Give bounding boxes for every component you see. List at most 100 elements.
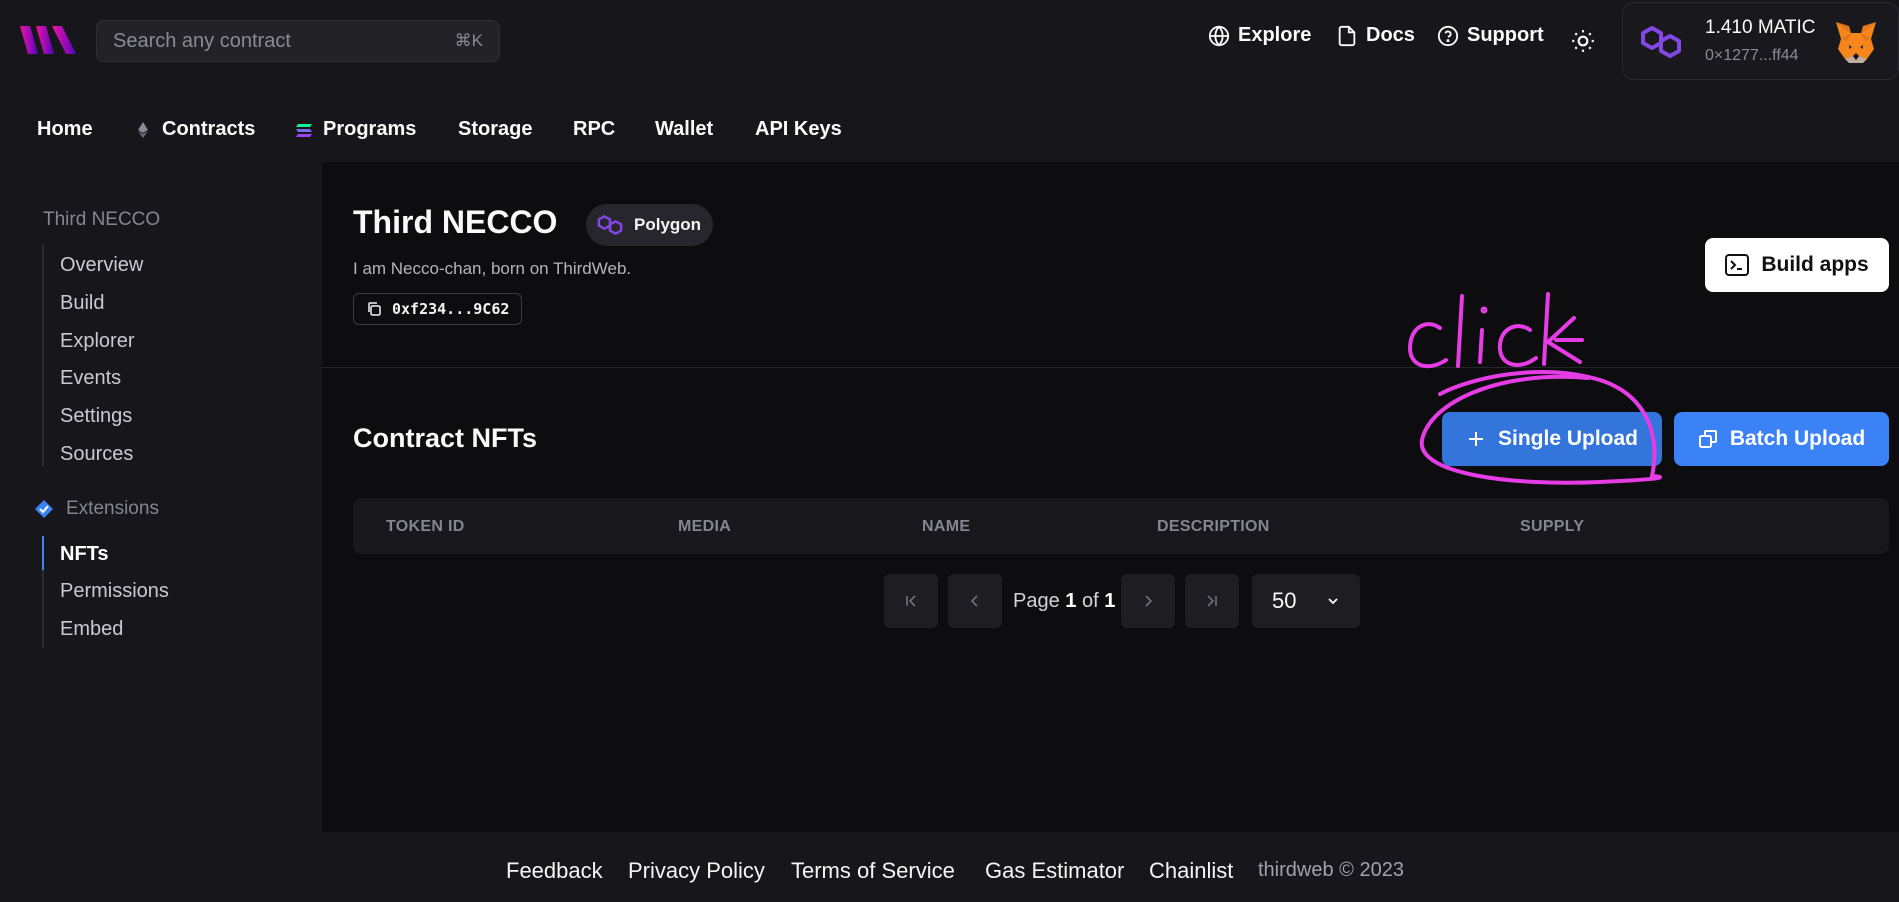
main-tabs: Home Contracts Programs Storage RPC Wall… <box>0 100 900 156</box>
single-upload-label: Single Upload <box>1497 427 1638 450</box>
sidebar-group-line <box>42 244 44 466</box>
nav-explore[interactable]: Explore <box>1208 24 1311 47</box>
footer-link-terms-of-service[interactable]: Terms of Service <box>791 858 955 884</box>
terminal-icon <box>1725 254 1750 276</box>
footer: Feedback Privacy Policy Terms of Service… <box>0 832 1899 902</box>
contract-sidebar: Third NECCO Overview Build Explorer Even… <box>0 162 322 832</box>
thirdweb-logo-icon[interactable] <box>20 22 76 58</box>
nfts-section-title: Contract NFTs <box>353 423 538 453</box>
wallet-address: 0×1277...ff44 <box>1705 47 1799 64</box>
tab-contracts[interactable]: Contracts <box>134 118 255 141</box>
footer-link-privacy-policy[interactable]: Privacy Policy <box>628 858 765 884</box>
previous-page-button[interactable] <box>948 574 1002 628</box>
sidebar-extensions-label: Extensions <box>66 498 159 519</box>
nav-support[interactable]: Support <box>1437 24 1544 47</box>
page-indicator: Page 1 of 1 <box>1013 590 1115 613</box>
batch-upload-label: Batch Upload <box>1729 427 1866 450</box>
nav-explore-label: Explore <box>1238 24 1312 46</box>
copy-stack-icon <box>1698 430 1717 448</box>
footer-copyright: thirdweb © 2023 <box>1258 859 1404 881</box>
last-page-button[interactable] <box>1185 574 1239 628</box>
wallet-button[interactable]: 1.410 MATIC 0×1277...ff44 <box>1622 2 1899 80</box>
sidebar-item-sources[interactable]: Sources <box>60 443 133 466</box>
tab-rpc[interactable]: RPC <box>573 118 615 141</box>
copy-address-button[interactable]: 0xf234...9C62 <box>353 293 523 325</box>
search-shortcut: ⌘K <box>454 31 483 50</box>
wallet-balance: 1.410 MATIC <box>1705 17 1816 38</box>
tab-wallet-label: Wallet <box>655 118 714 140</box>
column-header-media[interactable]: MEDIA <box>678 518 731 536</box>
sidebar-contract-name: Third NECCO <box>43 209 161 230</box>
nfts-table-header: TOKEN ID MEDIA NAME DESCRIPTION SUPPLY <box>353 498 1889 554</box>
top-header: Search any contract ⌘K Explore Docs Supp… <box>0 0 1899 82</box>
footer-link-feedback[interactable]: Feedback <box>506 858 603 884</box>
first-page-button[interactable] <box>884 574 938 628</box>
sidebar-item-explorer[interactable]: Explorer <box>60 330 134 353</box>
single-upload-button[interactable]: Single Upload <box>1442 412 1662 466</box>
tab-api-keys[interactable]: API Keys <box>755 118 842 141</box>
column-header-supply[interactable]: SUPPLY <box>1520 518 1584 536</box>
sidebar-item-permissions[interactable]: Permissions <box>60 580 169 603</box>
page-current: 1 <box>1065 590 1077 612</box>
tab-programs-label: Programs <box>323 118 417 140</box>
extension-diamond-icon <box>35 500 53 518</box>
file-icon <box>1338 25 1356 46</box>
nav-support-label: Support <box>1467 24 1544 46</box>
nav-docs[interactable]: Docs <box>1336 24 1415 47</box>
sun-icon[interactable] <box>1570 28 1596 54</box>
solana-icon <box>296 123 312 137</box>
chain-badge: Polygon <box>586 204 714 246</box>
tab-storage[interactable]: Storage <box>458 118 532 141</box>
build-apps-button[interactable]: Build apps <box>1705 238 1889 292</box>
tab-rpc-label: RPC <box>573 118 616 140</box>
contract-title: Third NECCO <box>353 204 558 240</box>
column-header-token-id[interactable]: TOKEN ID <box>386 518 465 536</box>
sidebar-active-indicator <box>42 536 44 570</box>
column-header-description[interactable]: DESCRIPTION <box>1157 518 1270 536</box>
sidebar-item-events[interactable]: Events <box>60 367 121 390</box>
chevrons-first-icon <box>906 595 916 607</box>
footer-link-gas-estimator[interactable]: Gas Estimator <box>985 858 1124 884</box>
globe-icon <box>1208 25 1230 46</box>
tab-contracts-label: Contracts <box>162 118 256 140</box>
sidebar-extensions-header: Extensions <box>34 498 159 520</box>
page-prefix: Page <box>1013 590 1060 612</box>
metamask-icon <box>1836 22 1876 63</box>
chain-badge-label: Polygon <box>634 215 702 234</box>
next-page-button[interactable] <box>1121 574 1175 628</box>
sidebar-item-settings[interactable]: Settings <box>60 405 132 428</box>
tab-home-label: Home <box>37 118 93 140</box>
tab-api-keys-label: API Keys <box>755 118 842 140</box>
polygon-icon <box>1641 26 1681 58</box>
nav-docs-label: Docs <box>1366 24 1415 46</box>
plus-icon <box>1468 432 1483 446</box>
ethereum-icon <box>138 121 148 138</box>
chevrons-last-icon <box>1207 595 1217 607</box>
build-apps-label: Build apps <box>1761 253 1869 276</box>
tab-programs[interactable]: Programs <box>295 118 416 141</box>
help-circle-icon <box>1437 25 1459 46</box>
copy-icon <box>368 302 381 316</box>
search-placeholder: Search any contract <box>113 29 291 52</box>
sidebar-item-embed[interactable]: Embed <box>60 618 123 641</box>
search-input[interactable]: Search any contract ⌘K <box>96 20 500 62</box>
tab-wallet[interactable]: Wallet <box>655 118 713 141</box>
sidebar-item-overview[interactable]: Overview <box>60 254 143 277</box>
chevron-right-icon <box>1145 595 1153 607</box>
polygon-icon <box>597 215 623 235</box>
page-size-value: 50 <box>1272 588 1297 613</box>
chevron-down-icon <box>1328 598 1338 605</box>
batch-upload-button[interactable]: Batch Upload <box>1674 412 1889 466</box>
section-divider <box>322 367 1899 368</box>
main-content: Third NECCO Polygon I am Necco-chan, bor… <box>322 162 1899 832</box>
contract-address: 0xf234...9C62 <box>392 300 510 318</box>
column-header-name[interactable]: NAME <box>922 518 970 536</box>
chevron-left-icon <box>970 595 978 607</box>
footer-link-chainlist[interactable]: Chainlist <box>1149 858 1233 884</box>
page-size-select[interactable]: 50 <box>1252 574 1360 628</box>
contract-description: I am Necco-chan, born on ThirdWeb. <box>353 259 632 278</box>
sidebar-item-build[interactable]: Build <box>60 292 104 315</box>
tab-storage-label: Storage <box>458 118 533 140</box>
tab-home[interactable]: Home <box>37 118 93 141</box>
sidebar-item-nfts[interactable]: NFTs <box>60 543 109 566</box>
